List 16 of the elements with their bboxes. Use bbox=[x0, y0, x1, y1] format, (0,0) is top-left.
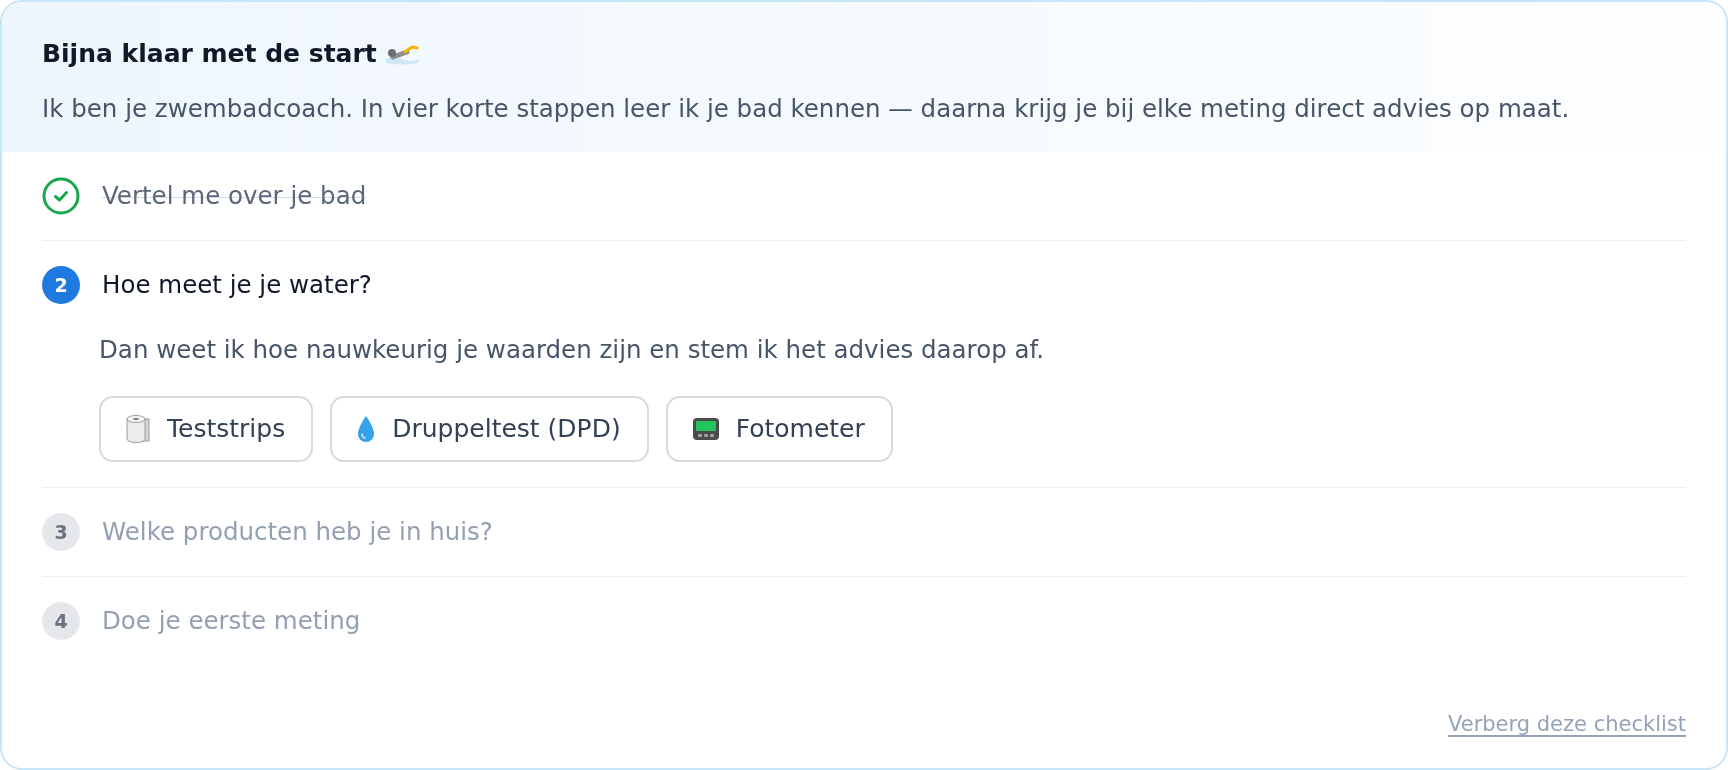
paper-roll-icon bbox=[125, 414, 151, 444]
step-title: Doe je eerste meting bbox=[102, 606, 361, 636]
option-button[interactable]: Teststrips bbox=[99, 396, 314, 462]
step-title: Welke producten heb je in huis? bbox=[102, 517, 493, 547]
step-number: 4 bbox=[42, 602, 80, 640]
option-button[interactable]: Fotometer bbox=[665, 396, 893, 462]
pager-icon bbox=[691, 417, 720, 441]
step-number: 2 bbox=[42, 266, 80, 304]
option-button[interactable]: Druppeltest (DPD) bbox=[330, 396, 649, 462]
step-description: Dan weet ik hoe nauwkeurig je waarden zijn en stem ik het advies daarop af. bbox=[99, 335, 1046, 365]
step-title: Hoe meet je je water? bbox=[102, 270, 372, 300]
step-number: 3 bbox=[42, 513, 80, 551]
intro-text: Ik ben je zwembadcoach. In vier korte stappen leer ik je bad kennen — daarna krijg je bij elke meting direct advies op maat. bbox=[42, 94, 1571, 124]
checklist-title: Bijna klaar met de start bbox=[42, 38, 377, 70]
droplet-icon bbox=[356, 415, 377, 443]
swimmer-icon bbox=[384, 43, 419, 65]
